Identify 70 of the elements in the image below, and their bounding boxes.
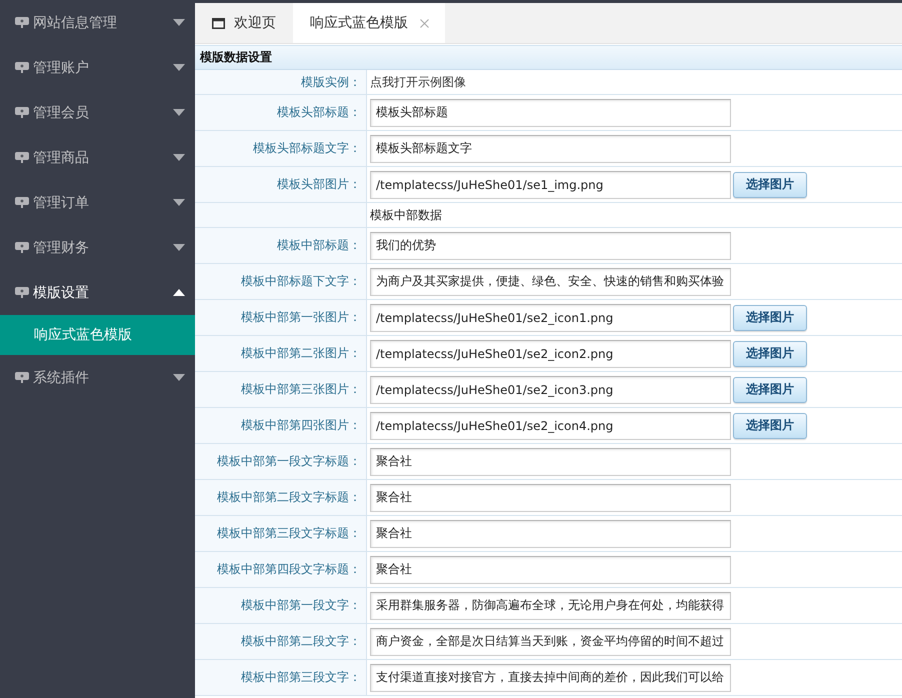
choose-image-button[interactable]: 选择图片 [733,376,807,402]
field-label: 模板中部第二张图片： [241,345,361,362]
caret-up-icon [173,289,185,296]
input-field[interactable]: 商户资金，全部是次日结算当天到账，资金平均停留的时间不超过 [370,628,731,656]
field-label: 模板中部第一段文字： [241,597,361,614]
sidebar-item[interactable]: 管理商品 [0,135,195,180]
input-field[interactable]: 聚合社 [370,448,731,476]
close-icon[interactable] [420,18,429,28]
sidebar-item[interactable]: 管理订单 [0,180,195,225]
signboard-icon [15,17,29,28]
choose-image-button[interactable]: 选择图片 [733,340,807,366]
field-label: 模板中部第三段文字： [241,669,361,686]
input-field[interactable]: /templatecss/JuHeShe01/se2_icon1.png [370,304,731,332]
caret-down-icon [173,244,185,251]
caret-down-icon [173,199,185,206]
field-label: 模板中部第一段文字标题： [217,453,361,470]
sidebar-item[interactable]: 系统插件 [0,355,195,400]
signboard-icon [15,242,29,253]
field-label: 模板中部第二段文字： [241,633,361,650]
input-field[interactable]: 模板头部标题文字 [370,134,731,162]
input-field[interactable]: 支付渠道直接对接官方，直接去掉中间商的差价，因此我们可以给 [370,664,731,692]
signboard-icon [15,372,29,383]
field-label: 模板中部第四张图片： [241,417,361,434]
tab[interactable]: 响应式蓝色模版 [293,3,445,43]
choose-image-button[interactable]: 选择图片 [733,304,807,330]
field-label: 模板中部第一张图片： [241,309,361,326]
signboard-icon [15,152,29,163]
sidebar-item[interactable]: 管理会员 [0,90,195,135]
input-field[interactable]: 聚合社 [370,556,731,584]
sidebar-item[interactable]: 网站信息管理 [0,0,195,45]
caret-down-icon [173,64,185,71]
sidebar-item[interactable]: 管理账户 [0,45,195,90]
sidebar-subitem[interactable]: 响应式蓝色模版 [0,315,195,355]
sidebar-item[interactable]: 管理财务 [0,225,195,270]
example-link[interactable]: 点我打开示例图像 [370,74,466,90]
field-label: 模板中部第三段文字标题： [217,525,361,542]
input-field[interactable]: 为商户及其买家提供，便捷、绿色、安全、快速的销售和购买体验 [370,268,731,296]
sidebar-item[interactable]: 模版设置 [0,270,195,315]
field-label: 模板头部标题文字： [253,140,361,157]
field-label: 模板中部标题下文字： [241,273,361,290]
input-field[interactable]: 采用群集服务器，防御高遍布全球，无论用户身在何处，均能获得 [370,592,731,620]
choose-image-button[interactable]: 选择图片 [733,172,807,198]
field-label: 模板中部第二段文字标题： [217,489,361,506]
input-field[interactable]: /templatecss/JuHeShe01/se2_icon3.png [370,376,731,404]
panel-heading: 模版数据设置 [195,45,902,70]
input-field[interactable]: /templatecss/JuHeShe01/se1_img.png [370,170,731,198]
field-label: 模板中部第三张图片： [241,381,361,398]
field-label: 模板头部图片： [277,176,361,193]
signboard-icon [15,107,29,118]
field-label: 模板中部标题： [277,237,361,254]
field-label: 模板中部第四段文字标题： [217,561,361,578]
caret-down-icon [173,154,185,161]
signboard-icon [15,287,29,298]
caret-down-icon [173,374,185,381]
tab[interactable]: 欢迎页 [195,3,293,43]
section-title: 模板中部数据 [370,206,442,224]
signboard-icon [15,62,29,73]
caret-down-icon [173,19,185,26]
window-icon [212,18,225,28]
signboard-icon [15,197,29,208]
input-field[interactable]: /templatecss/JuHeShe01/se2_icon2.png [370,340,731,368]
field-label: 模版实例： [301,74,361,90]
choose-image-button[interactable]: 选择图片 [733,412,807,438]
input-field[interactable]: 模板头部标题 [370,98,731,126]
input-field[interactable]: 聚合社 [370,520,731,548]
field-label: 模板头部标题： [277,104,361,121]
input-field[interactable]: 我们的优势 [370,232,731,260]
input-field[interactable]: /templatecss/JuHeShe01/se2_icon4.png [370,412,731,440]
caret-down-icon [173,109,185,116]
input-field[interactable]: 聚合社 [370,484,731,512]
